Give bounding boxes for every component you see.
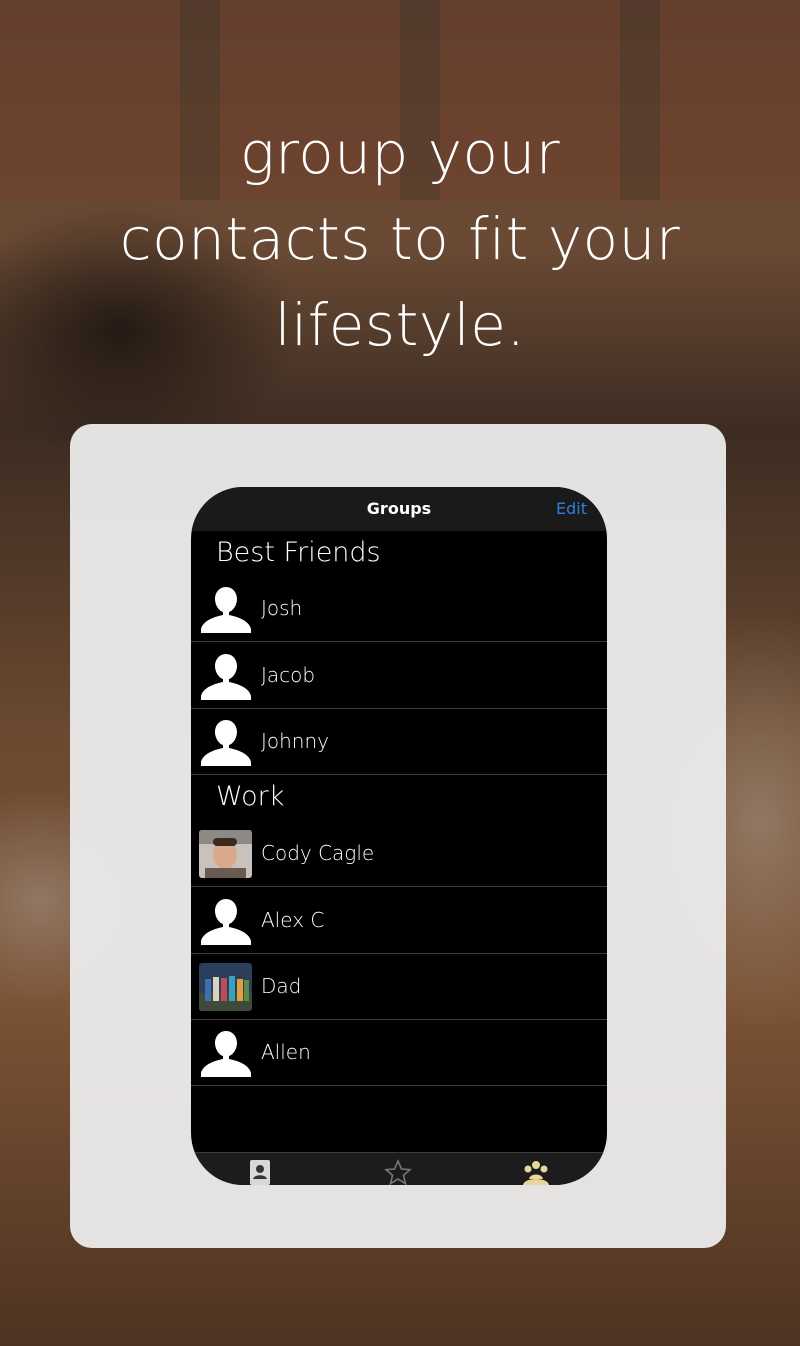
contact-row-allen[interactable]: Allen — [191, 1019, 607, 1086]
headline-line-3: lifestyle. — [274, 291, 526, 359]
contact-photo — [199, 963, 252, 1011]
contacts-book-icon[interactable] — [246, 1159, 276, 1185]
groups-icon[interactable] — [521, 1159, 551, 1185]
contact-row-jacob[interactable]: Jacob — [191, 642, 607, 709]
tab-bar — [191, 1152, 607, 1185]
phone-screen: Groups Edit Best Friends Josh Jacob John… — [191, 487, 607, 1185]
headline-line-1: group your — [239, 119, 561, 187]
contact-name: Jacob — [261, 663, 316, 687]
contact-row-cody-cagle[interactable]: Cody Cagle — [191, 820, 607, 887]
edit-button[interactable]: Edit — [556, 499, 587, 518]
contact-row-alex-c[interactable]: Alex C — [191, 887, 607, 954]
contact-photo — [199, 830, 252, 878]
contact-row-johnny[interactable]: Johnny — [191, 708, 607, 775]
headline: group your contacts to fit your lifestyl… — [0, 110, 800, 368]
contact-row-josh[interactable]: Josh — [191, 575, 607, 642]
section-header-work: Work — [216, 781, 285, 812]
contact-row-dad[interactable]: Dad — [191, 953, 607, 1020]
contact-name: Josh — [261, 596, 303, 620]
person-silhouette-icon — [201, 587, 251, 633]
nav-title: Groups — [366, 499, 432, 518]
contact-name: Alex C — [261, 908, 325, 932]
person-silhouette-icon — [201, 720, 251, 766]
person-silhouette-icon — [201, 654, 251, 700]
contact-name: Cody Cagle — [261, 841, 375, 865]
headline-line-2: contacts to fit your — [119, 205, 681, 273]
person-silhouette-icon — [201, 1031, 251, 1077]
contact-name: Dad — [261, 974, 302, 998]
section-header-best-friends: Best Friends — [216, 537, 381, 568]
person-silhouette-icon — [201, 899, 251, 945]
navigation-bar: Groups Edit — [191, 487, 607, 531]
star-icon[interactable] — [383, 1159, 413, 1185]
contact-name: Johnny — [261, 729, 329, 753]
contact-name: Allen — [261, 1040, 311, 1064]
